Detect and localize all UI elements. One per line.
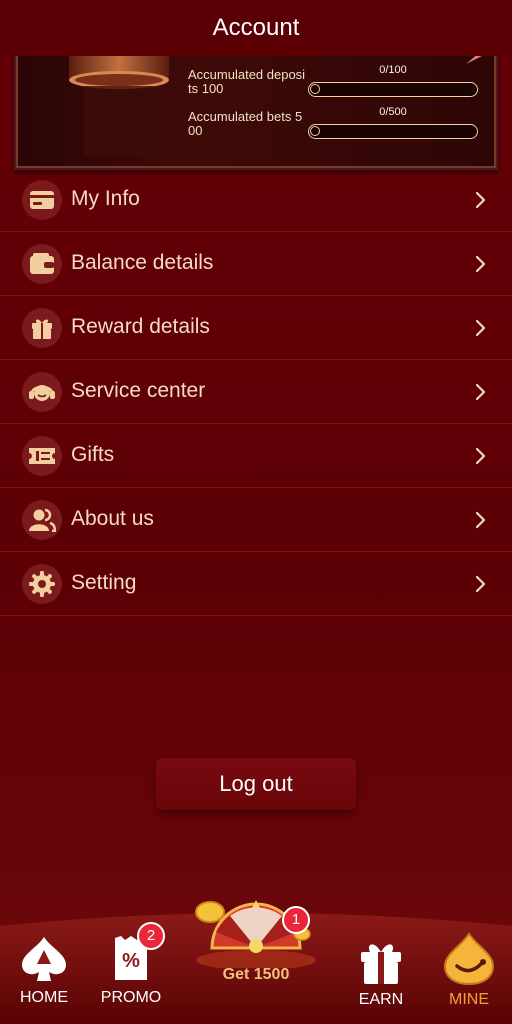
vip-pedestal-icon bbox=[69, 52, 169, 156]
deposit-progress-label: Accumulated deposits 100 bbox=[188, 67, 306, 96]
menu-item-gifts[interactable]: Gifts bbox=[0, 424, 512, 488]
app-header: Account bbox=[0, 0, 512, 56]
bet-progress-row: Accumulated bets 500 0/500 bbox=[188, 106, 488, 142]
bet-progress-label: Accumulated bets 500 bbox=[188, 109, 303, 138]
nav-home-tab[interactable]: HOME bbox=[12, 934, 76, 1007]
nav-home-label: HOME bbox=[20, 989, 68, 1006]
deposit-progress-row: Accumulated deposits 100 0/100 bbox=[188, 64, 488, 100]
nav-mine-label: MINE bbox=[449, 991, 489, 1008]
deposit-progress-count: 0/100 bbox=[379, 64, 407, 76]
menu-item-my-info[interactable]: My Info bbox=[0, 168, 512, 232]
bet-progress-bar bbox=[308, 124, 478, 139]
menu-item-label: My Info bbox=[71, 187, 140, 210]
gear-icon bbox=[22, 564, 62, 604]
headset-icon bbox=[22, 372, 62, 412]
chevron-right-icon bbox=[475, 383, 486, 401]
chevron-right-icon bbox=[475, 575, 486, 593]
menu-item-about-us[interactable]: About us bbox=[0, 488, 512, 552]
users-icon bbox=[22, 500, 62, 540]
page-title: Account bbox=[212, 14, 300, 41]
mine-drop-icon bbox=[443, 932, 495, 986]
chevron-right-icon bbox=[475, 191, 486, 209]
nav-mine-tab[interactable]: MINE bbox=[434, 932, 504, 1009]
promo-badge: 2 bbox=[137, 922, 165, 950]
bet-progress-count: 0/500 bbox=[379, 106, 407, 118]
nav-earn-label: EARN bbox=[358, 991, 404, 1008]
menu-item-label: Balance details bbox=[71, 251, 214, 274]
spade-icon bbox=[22, 937, 66, 981]
nav-center-label: Get 1500 bbox=[222, 966, 290, 983]
chevron-right-icon bbox=[475, 511, 486, 529]
deposit-progress-knob bbox=[310, 84, 320, 94]
gift-box-icon bbox=[22, 308, 62, 348]
chevron-right-icon bbox=[475, 319, 486, 337]
wallet-icon bbox=[22, 244, 62, 284]
svg-text:%: % bbox=[122, 950, 140, 972]
bottom-nav: HOME % PROMO 2 Get 1500 1 EARN MINE bbox=[0, 900, 512, 1024]
app-root: Account Accumulated deposits 100 0/100 A… bbox=[0, 0, 512, 1024]
vip-progress-card: Accumulated deposits 100 0/100 Accumulat… bbox=[14, 52, 498, 170]
deposit-progress-bar bbox=[308, 82, 478, 97]
bet-progress-knob bbox=[310, 126, 320, 136]
logout-button[interactable]: Log out bbox=[156, 758, 356, 810]
menu-item-label: Reward details bbox=[71, 315, 210, 338]
account-menu: My Info Balance details Reward details S… bbox=[0, 168, 512, 616]
chevron-right-icon bbox=[475, 255, 486, 273]
menu-item-reward-details[interactable]: Reward details bbox=[0, 296, 512, 360]
menu-item-label: Service center bbox=[71, 379, 206, 402]
nav-earn-tab[interactable]: EARN bbox=[348, 936, 414, 1009]
menu-item-balance-details[interactable]: Balance details bbox=[0, 232, 512, 296]
menu-item-label: About us bbox=[71, 507, 154, 530]
center-badge: 1 bbox=[282, 906, 310, 934]
menu-item-service-center[interactable]: Service center bbox=[0, 360, 512, 424]
id-card-icon bbox=[22, 180, 62, 220]
gift-icon bbox=[361, 944, 401, 984]
menu-item-label: Setting bbox=[71, 571, 137, 594]
menu-item-label: Gifts bbox=[71, 443, 115, 466]
ticket-icon bbox=[22, 436, 62, 476]
nav-promo-label: PROMO bbox=[100, 989, 162, 1006]
menu-item-setting[interactable]: Setting bbox=[0, 552, 512, 616]
chevron-right-icon bbox=[475, 447, 486, 465]
